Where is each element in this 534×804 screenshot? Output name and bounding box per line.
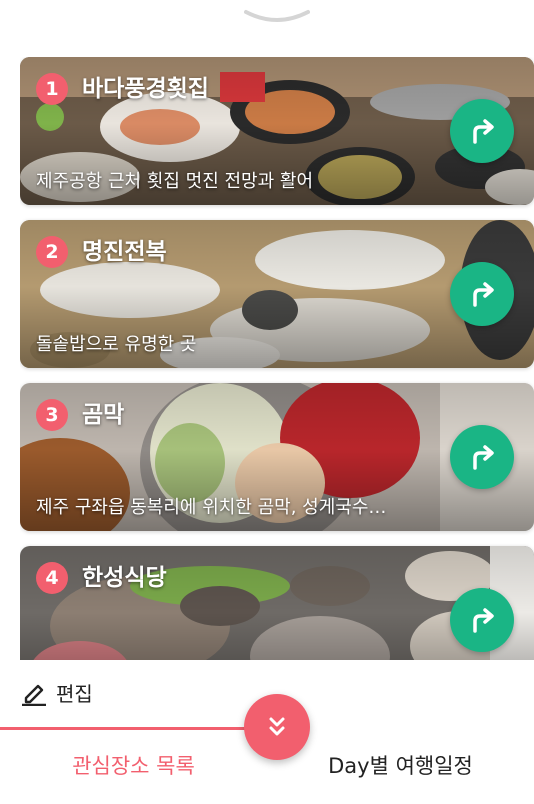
active-tab-indicator — [0, 727, 267, 730]
directions-button[interactable] — [450, 425, 514, 489]
place-list: 1 바다풍경횟집 제주공항 근처 횟집 멋진 전망과 활어 2 명진전복 돌솥밥… — [20, 57, 534, 660]
place-name: 명진전복 — [82, 239, 167, 265]
place-number-badge: 2 — [36, 236, 68, 268]
directions-button[interactable] — [450, 99, 514, 163]
place-description: 제주 구좌읍 동복리에 위치한 곰막, 성게국수… — [36, 497, 387, 518]
directions-button[interactable] — [450, 588, 514, 652]
pencil-icon — [22, 684, 46, 706]
edit-button[interactable]: 편집 — [20, 674, 93, 710]
place-number-badge: 3 — [36, 399, 68, 431]
place-name: 바다풍경횟집 — [82, 76, 209, 102]
place-number-badge: 1 — [36, 73, 68, 105]
place-name: 곰막 — [82, 402, 125, 428]
tab-daily-itinerary[interactable]: Day별 여행일정 — [267, 750, 534, 780]
directions-button[interactable] — [450, 262, 514, 326]
place-name: 한성식당 — [82, 565, 167, 591]
place-description: 돌솥밥으로 유명한 곳 — [36, 334, 197, 355]
place-description: 제주공항 근처 횟집 멋진 전망과 활어 — [36, 171, 314, 192]
turn-right-arrow-icon — [473, 608, 494, 633]
place-card[interactable]: 2 명진전복 돌솥밥으로 유명한 곳 — [20, 220, 534, 368]
place-card[interactable]: 4 한성식당 — [20, 546, 534, 660]
turn-right-arrow-icon — [473, 119, 494, 144]
turn-right-arrow-icon — [473, 445, 494, 470]
place-number-badge: 4 — [36, 562, 68, 594]
double-chevron-down-icon — [269, 717, 285, 736]
place-card[interactable]: 1 바다풍경횟집 제주공항 근처 횟집 멋진 전망과 활어 — [20, 57, 534, 205]
drag-handle-icon[interactable] — [244, 8, 310, 26]
collapse-button[interactable] — [244, 694, 310, 760]
turn-right-arrow-icon — [473, 282, 494, 307]
edit-label: 편집 — [56, 681, 93, 706]
place-card[interactable]: 3 곰막 제주 구좌읍 동복리에 위치한 곰막, 성게국수… — [20, 383, 534, 531]
app-screen: 1 바다풍경횟집 제주공항 근처 횟집 멋진 전망과 활어 2 명진전복 돌솥밥… — [0, 0, 534, 804]
tab-favorite-places[interactable]: 관심장소 목록 — [0, 750, 267, 780]
